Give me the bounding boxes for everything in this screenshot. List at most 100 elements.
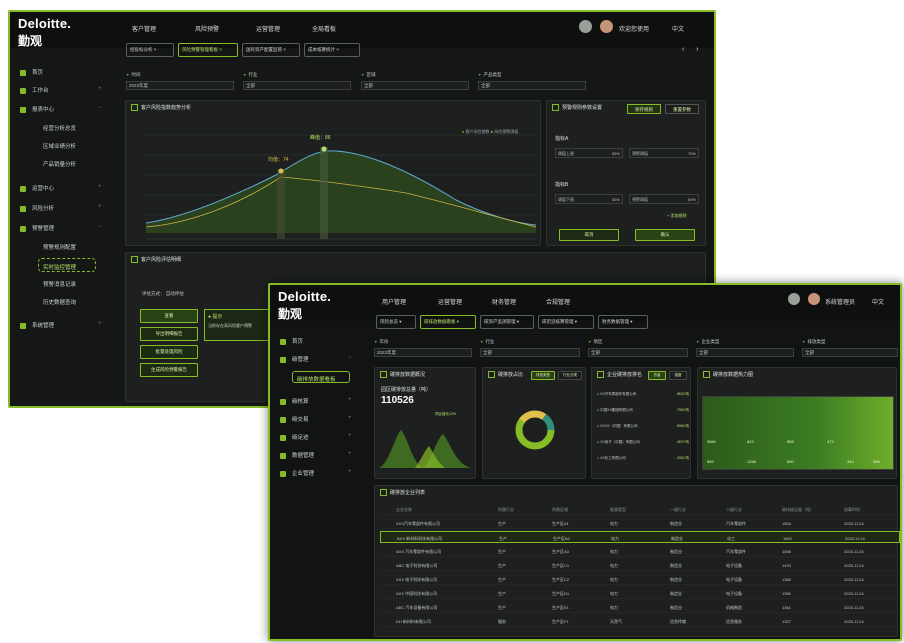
expand-icon[interactable]: + bbox=[98, 86, 102, 92]
sidebar-item-trade[interactable]: 碳交易 bbox=[280, 415, 309, 423]
column-header[interactable]: 所属行业 bbox=[498, 507, 514, 513]
filter-select[interactable]: 全部 bbox=[243, 81, 351, 90]
avatar[interactable] bbox=[600, 20, 613, 33]
tab-item[interactable]: 国有资产配置监管 × bbox=[242, 43, 300, 57]
ranking-item[interactable]: ● XX化工有限公司 4352 吨 bbox=[597, 456, 689, 461]
filter-region[interactable]: 地区全部 bbox=[588, 339, 688, 357]
nav-item[interactable]: 合规管理 bbox=[546, 297, 570, 306]
sidebar-item-risk[interactable]: 风险分析 bbox=[20, 204, 54, 212]
table-row[interactable]: AXX 中国科技有限公司 生产 生产区D1 电力 制造业 电子设备 1350 2023.11.… bbox=[380, 587, 900, 599]
sidebar-subitem-active[interactable]: 碳排放数据看板 bbox=[292, 371, 350, 383]
table-row[interactable]: BXX 新材料科技有限公司 生产 生产区B2 电力 制造业 化工 1502 2023.11.2… bbox=[380, 531, 900, 543]
table-row[interactable]: AXX 汽车零部件有限公司 生产 生产区A3 电力 制造业 汽车零部件 1466 2023.1… bbox=[380, 545, 900, 557]
sidebar-item-ops[interactable]: 运营中心 bbox=[20, 184, 54, 192]
ranking-tab[interactable]: 强度 bbox=[669, 371, 687, 380]
tab-item-active[interactable]: 风险预警管理看板 × bbox=[178, 43, 238, 57]
sidebar-item-workbench[interactable]: 工作台 bbox=[20, 86, 49, 94]
heatmap-cell[interactable]: 3884 bbox=[707, 439, 716, 444]
nav-item[interactable]: 全局看板 bbox=[312, 24, 336, 33]
user-name[interactable]: 系统管理员 bbox=[825, 297, 855, 306]
param-input[interactable]: 阈值上限 85% bbox=[555, 148, 623, 158]
filter-company-type[interactable]: 企业类型全部 bbox=[696, 339, 794, 357]
peak-marker[interactable] bbox=[321, 146, 327, 152]
user-name[interactable]: 欢迎您使用 bbox=[619, 24, 649, 33]
sidebar-item-carbon[interactable]: 碳管理 bbox=[280, 355, 309, 363]
filter-time[interactable]: 时间 2023年度 bbox=[126, 72, 234, 90]
heatmap-cell[interactable]: 388 bbox=[873, 459, 880, 464]
heatmap-cell[interactable]: 882 bbox=[707, 459, 714, 464]
tab-item-active[interactable]: 碳排放数据看板 ▾ bbox=[420, 315, 476, 329]
sidebar-item-company[interactable]: 企业管理 bbox=[280, 469, 314, 477]
ranking-item[interactable]: ● XX汽车零部件有限公司 9825 吨 bbox=[597, 392, 689, 397]
column-header[interactable]: 能源类型 bbox=[610, 507, 626, 513]
avatar[interactable] bbox=[808, 293, 820, 305]
column-header[interactable]: 核算时间 bbox=[844, 507, 860, 513]
tab-prev-icon[interactable]: ‹ bbox=[682, 46, 684, 53]
filter-select[interactable]: 全部 bbox=[588, 348, 688, 357]
column-header[interactable]: 企业名称 bbox=[396, 507, 412, 513]
export-button[interactable]: 导出明细报告 bbox=[140, 327, 198, 341]
column-header[interactable]: 二级行业 bbox=[726, 507, 742, 513]
language-select[interactable]: 中文 bbox=[872, 297, 884, 306]
filter-select[interactable]: 全部 bbox=[361, 81, 469, 90]
save-rule-button[interactable]: 保存规则 bbox=[627, 104, 661, 114]
nav-item[interactable]: 财务管理 bbox=[492, 297, 516, 306]
filter-product[interactable]: 产品类型 全部 bbox=[478, 72, 586, 90]
report-button[interactable]: 生成风险预警报告 bbox=[140, 363, 198, 377]
table-row[interactable]: AXX汽车零部件有限公司 生产 生产区A1 电力 制造业 汽车零部件 1504 2023.11… bbox=[380, 517, 900, 529]
filter-select[interactable]: 全部 bbox=[478, 81, 586, 90]
view-button[interactable]: 查看 bbox=[140, 309, 198, 323]
sidebar-subitem-active[interactable]: 实时监控管理 bbox=[38, 258, 96, 272]
filter-select[interactable]: 全部 bbox=[802, 348, 898, 357]
filter-region[interactable]: 区域 全部 bbox=[361, 72, 469, 90]
heatmap-cell[interactable]: 822 bbox=[747, 439, 754, 444]
expand-icon[interactable]: + bbox=[348, 469, 352, 475]
expand-icon[interactable]: + bbox=[348, 415, 352, 421]
sidebar-item-alert[interactable]: 预警管理 bbox=[20, 224, 54, 232]
table-row[interactable]: ABC 汽车设备有限公司 生产 生产区E1 电力 制造业 机械制造 1361 2023.11.… bbox=[380, 601, 900, 613]
sidebar-subitem[interactable]: 历史数据查询 bbox=[43, 298, 76, 306]
tab-item[interactable]: 碳资产监测管理 ▾ bbox=[480, 315, 534, 329]
batch-button[interactable]: 批量处理风险 bbox=[140, 345, 198, 359]
filter-industry[interactable]: 行业全部 bbox=[480, 339, 580, 357]
param-input[interactable]: 预警阈值 50% bbox=[629, 194, 699, 204]
sidebar-item-system[interactable]: 系统管理 bbox=[20, 321, 54, 329]
nav-item[interactable]: 用户管理 bbox=[382, 297, 406, 306]
filter-select[interactable]: 全部 bbox=[696, 348, 794, 357]
ranking-item[interactable]: ● 中国XX集团有限公司 7350 吨 bbox=[597, 408, 689, 413]
sidebar-item-home[interactable]: 首页 bbox=[280, 337, 303, 345]
language-select[interactable]: 中文 bbox=[672, 24, 684, 33]
collapse-icon[interactable]: − bbox=[98, 224, 102, 230]
table-row[interactable]: DH 新材料有限公司 服务 生产区F1 天然气 信息传输 信息服务 1327 2023.11.… bbox=[380, 615, 900, 627]
ranking-item[interactable]: ● XXXX（中国）有限公司 5960 吨 bbox=[597, 424, 689, 429]
reset-button[interactable]: 重置参数 bbox=[665, 104, 699, 114]
expand-icon[interactable]: + bbox=[98, 184, 102, 190]
sidebar-subitem[interactable]: 预警消息记录 bbox=[43, 280, 76, 288]
brand-logo[interactable]: Deloitte. 勤观 bbox=[278, 289, 331, 322]
cancel-button[interactable]: 取消 bbox=[559, 229, 619, 241]
tab-item[interactable]: 财务数据管理 ▾ bbox=[598, 315, 648, 329]
sidebar-item-data[interactable]: 数据管理 bbox=[280, 451, 314, 459]
tab-item[interactable]: 碳足迹核算管理 ▾ bbox=[538, 315, 594, 329]
sidebar-subitem[interactable]: 预警规则配置 bbox=[43, 243, 76, 251]
heatmap-cell[interactable]: 1256 bbox=[747, 459, 756, 464]
table-row[interactable]: ABC 电子科技有限公司 生产 生产区C1 电力 制造业 电子设备 1470 2023.11.… bbox=[380, 559, 900, 571]
heatmap-cell[interactable]: 472 bbox=[827, 439, 834, 444]
add-rule-link[interactable]: + 添加规则 bbox=[667, 213, 686, 219]
sidebar-item-reports[interactable]: 报表中心 bbox=[20, 105, 54, 113]
expand-icon[interactable]: + bbox=[348, 397, 352, 403]
filter-select[interactable]: 2023年度 bbox=[374, 348, 472, 357]
brand-logo[interactable]: Deloitte. 勤观 bbox=[18, 16, 71, 49]
confirm-button[interactable]: 确认 bbox=[635, 229, 695, 241]
peak-marker[interactable] bbox=[278, 168, 284, 174]
heatmap-cell[interactable]: 680 bbox=[787, 459, 794, 464]
eval-value[interactable]: 自动评估 bbox=[166, 291, 184, 296]
collapse-icon[interactable]: − bbox=[348, 355, 352, 361]
notification-icon[interactable] bbox=[579, 20, 592, 33]
expand-icon[interactable]: + bbox=[98, 204, 102, 210]
ranking-tab[interactable]: 总量 bbox=[648, 371, 666, 380]
notification-icon[interactable] bbox=[788, 293, 800, 305]
tab-item[interactable]: 风险总览 ▾ bbox=[376, 315, 416, 329]
collapse-icon[interactable]: − bbox=[98, 105, 102, 111]
tab-item[interactable]: 成本核算统计 × bbox=[304, 43, 360, 57]
